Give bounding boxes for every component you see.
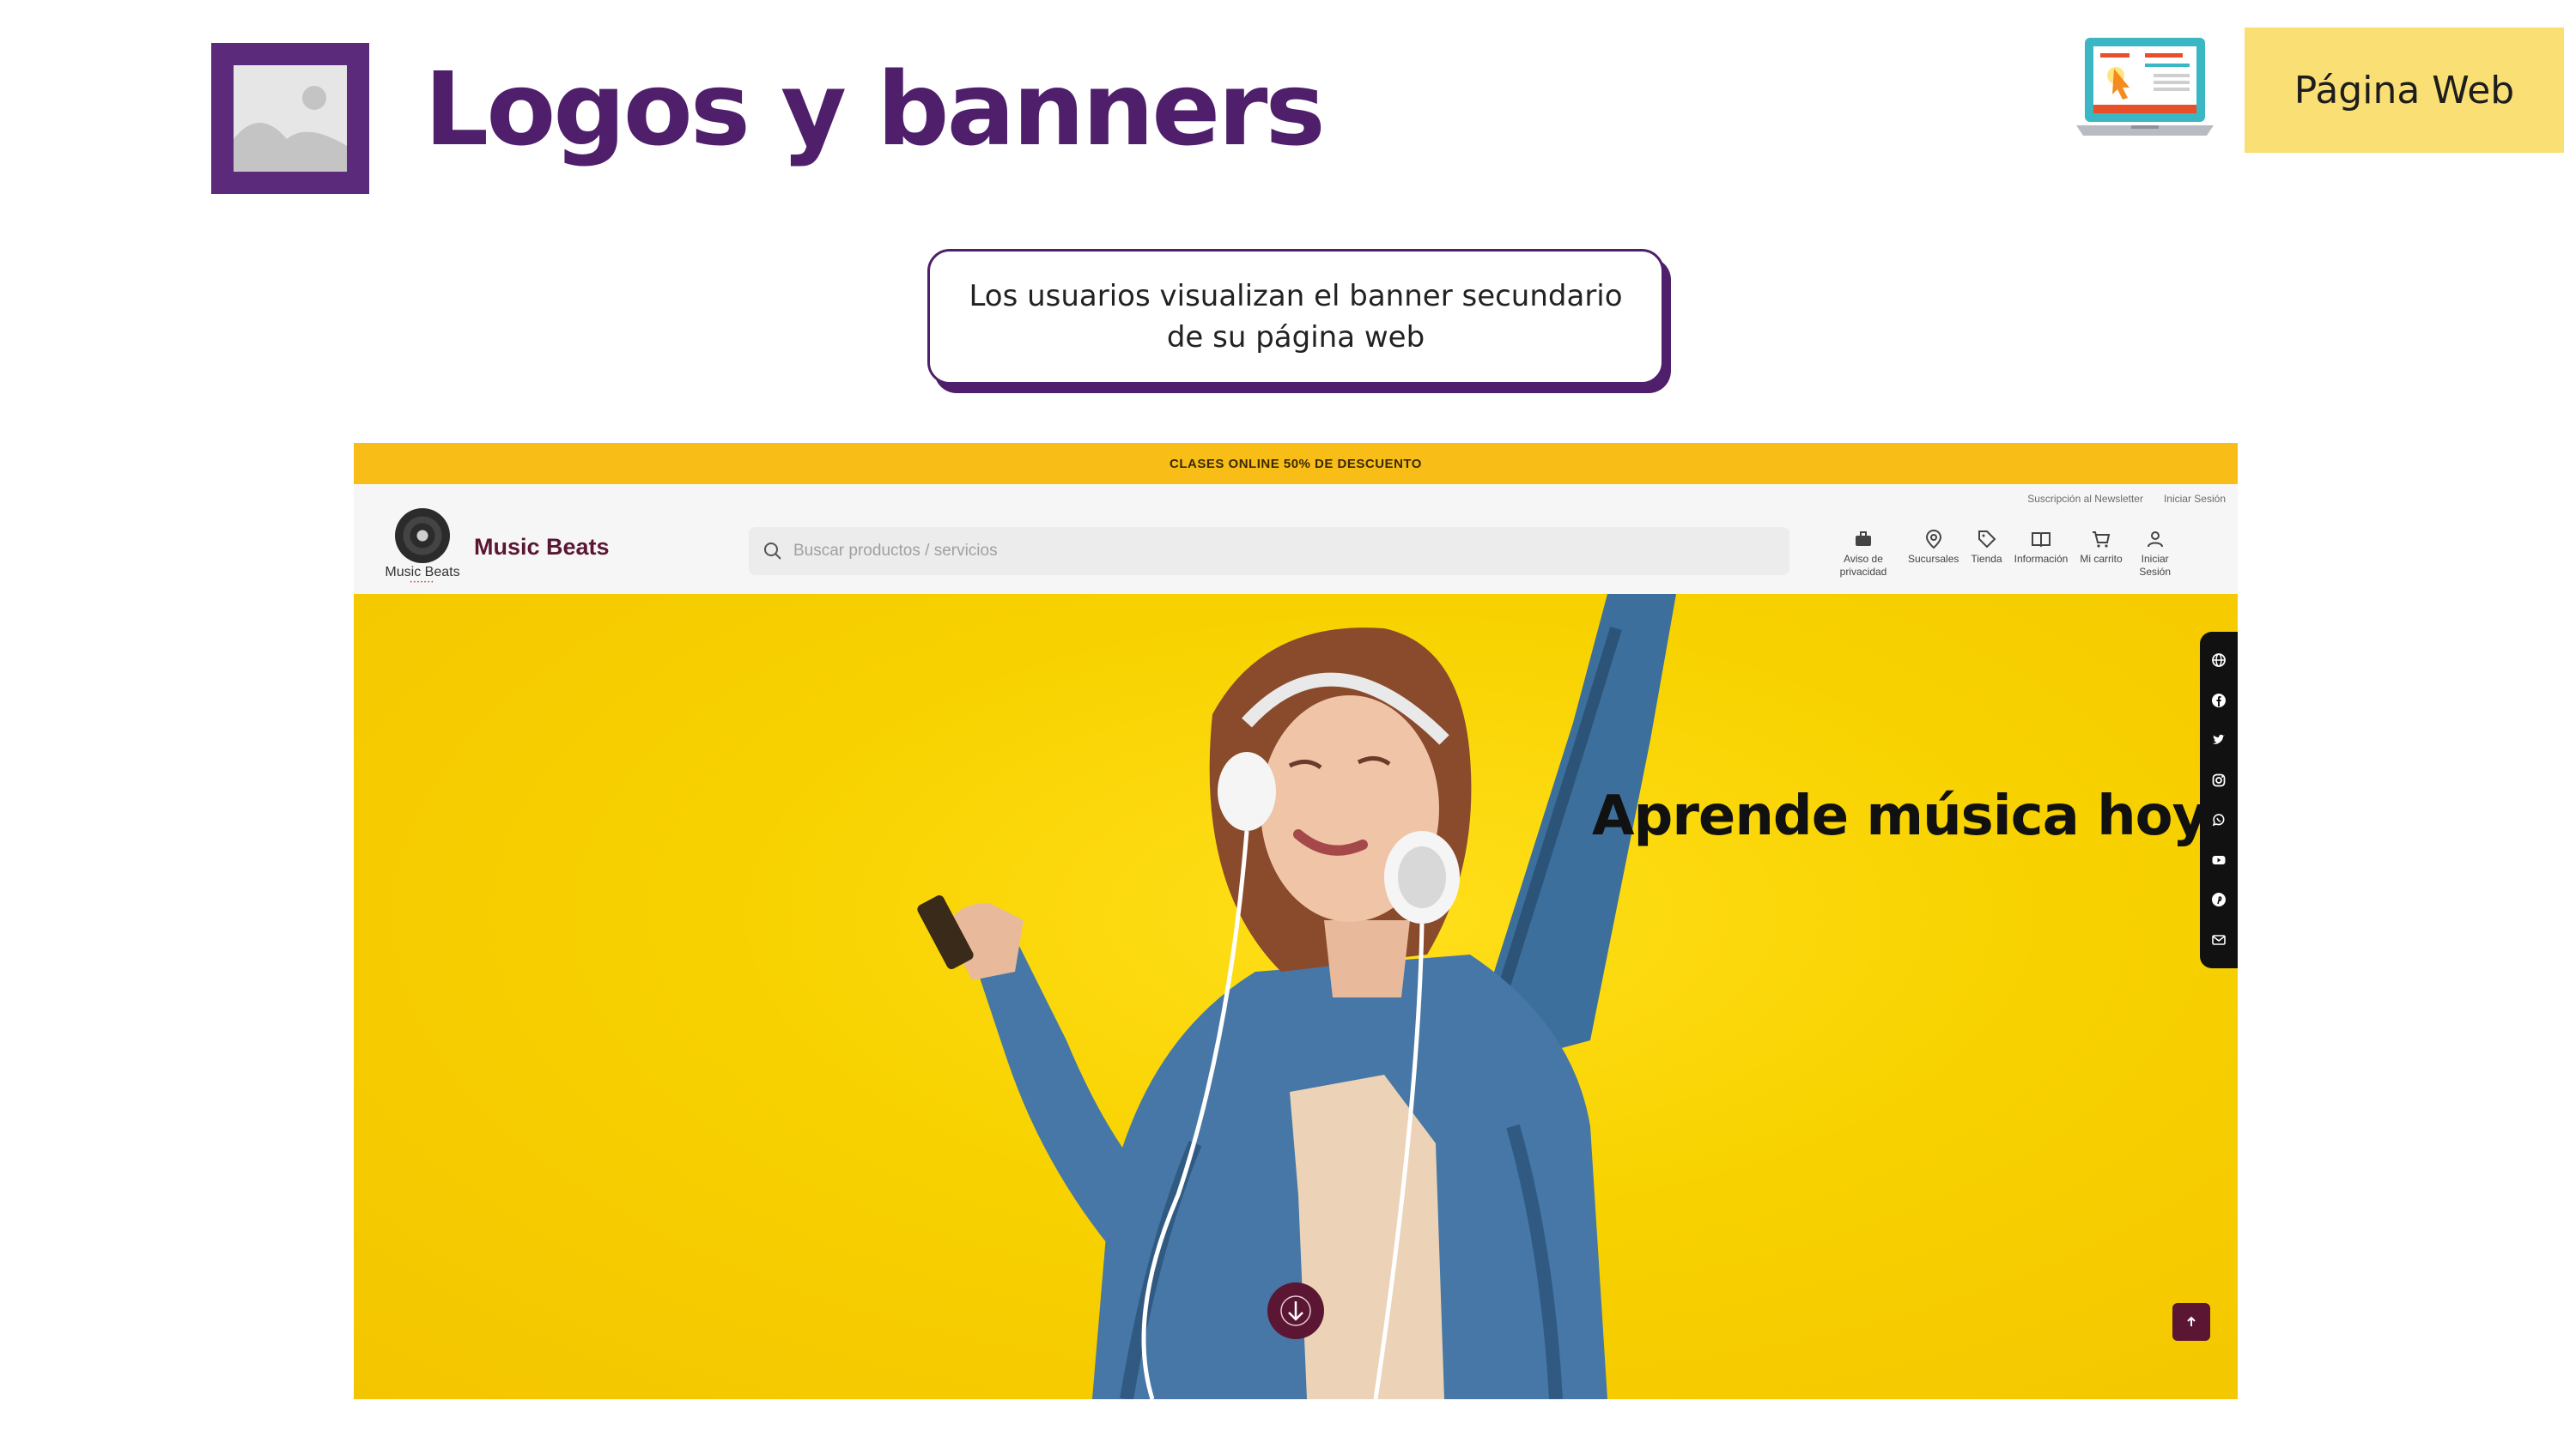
search-input[interactable] — [793, 542, 1738, 561]
nav-label: Mi carrito — [2080, 553, 2123, 565]
promo-bar[interactable]: CLASES ONLINE 50% DE DESCUENTO — [354, 443, 2238, 484]
nav-info[interactable]: Información — [2014, 529, 2069, 566]
login-link[interactable]: Iniciar Sesión — [2164, 493, 2226, 505]
hero-banner: Aprende música hoy — [354, 594, 2238, 1399]
image-placeholder-icon — [211, 43, 369, 194]
arrow-up-icon — [2187, 1316, 2196, 1326]
pinterest-icon[interactable] — [2210, 891, 2227, 908]
user-icon — [2147, 531, 2163, 548]
mountain-image-icon — [234, 86, 347, 172]
nav-cart[interactable]: Mi carrito — [2080, 529, 2123, 566]
scroll-down-button[interactable] — [1267, 1282, 1324, 1339]
location-pin-icon — [1925, 529, 1941, 549]
instagram-icon[interactable] — [2210, 772, 2227, 789]
twitter-icon[interactable] — [2210, 731, 2227, 749]
hero-title: Aprende música hoy — [1592, 785, 2208, 848]
nav-branches[interactable]: Sucursales — [1908, 529, 1959, 566]
slide-title: Logos y banners — [424, 50, 1326, 168]
nav-login[interactable]: Iniciar Sesión — [2135, 529, 2176, 579]
site-logo[interactable]: Music Beats ••••••• — [380, 508, 465, 587]
nav-store[interactable]: Tienda — [1971, 529, 2002, 566]
newsletter-link[interactable]: Suscripción al Newsletter — [2027, 493, 2143, 505]
website-screenshot: CLASES ONLINE 50% DE DESCUENTO Suscripci… — [354, 443, 2238, 1399]
book-icon — [2031, 532, 2050, 548]
cart-icon — [2093, 531, 2111, 548]
header-nav: Aviso de privacidad Sucursales Tienda In… — [1831, 529, 2176, 579]
back-to-top-button[interactable] — [2172, 1303, 2210, 1341]
hero-photo — [917, 594, 1676, 1399]
email-icon[interactable] — [2210, 931, 2227, 949]
tag-icon — [1978, 530, 1996, 549]
callout-text: Los usuarios visualizan el banner secund… — [969, 279, 1623, 355]
youtube-icon[interactable] — [2210, 852, 2227, 869]
whatsapp-icon[interactable] — [2210, 811, 2227, 828]
laptop-icon — [2076, 34, 2214, 146]
briefcase-icon — [1856, 531, 1871, 546]
facebook-icon[interactable] — [2210, 692, 2227, 709]
arrow-down-icon — [1280, 1295, 1311, 1326]
top-links: Suscripción al Newsletter Iniciar Sesión — [2027, 493, 2226, 505]
site-header: Suscripción al Newsletter Iniciar Sesión… — [354, 484, 2238, 594]
nav-label: Iniciar Sesión — [2139, 553, 2172, 578]
globe-icon[interactable] — [2210, 652, 2227, 669]
vinyl-record-icon — [395, 508, 450, 563]
callout-box: Los usuarios visualizan el banner secund… — [927, 249, 1664, 385]
logo-underline: ••••••• — [410, 580, 435, 585]
nav-label: Tienda — [1971, 553, 2002, 565]
nav-label: Información — [2014, 553, 2069, 565]
search-bar[interactable] — [749, 527, 1789, 575]
social-sidebar — [2200, 632, 2238, 968]
nav-label: Aviso de privacidad — [1839, 553, 1887, 578]
nav-privacy[interactable]: Aviso de privacidad — [1831, 529, 1896, 579]
nav-label: Sucursales — [1908, 553, 1959, 565]
brand-name[interactable]: Music Beats — [474, 534, 610, 561]
search-icon — [764, 543, 781, 560]
logo-text: Music Beats — [385, 565, 460, 579]
page-type-tag: Página Web — [2245, 27, 2564, 153]
